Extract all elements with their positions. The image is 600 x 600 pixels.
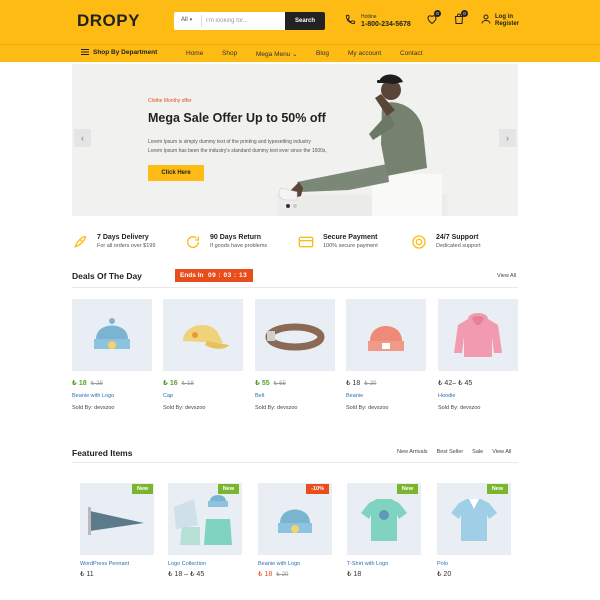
cart-count: 0 bbox=[461, 10, 468, 17]
product-badge-new: New bbox=[396, 484, 418, 494]
product-name-link[interactable]: Beanie with Logo bbox=[258, 561, 300, 567]
product-badge-new: New bbox=[132, 484, 154, 494]
product-image-hoodie[interactable] bbox=[438, 299, 518, 371]
product-vendor: Sold By: devszoo bbox=[438, 405, 481, 411]
slider-dot-active[interactable] bbox=[286, 204, 290, 208]
currency-icon: ₺ bbox=[72, 380, 77, 387]
search-bar: All▾ Search bbox=[174, 12, 325, 30]
featured-title: Featured Items bbox=[72, 448, 133, 458]
product-price: ₺ 20 bbox=[437, 571, 452, 578]
tab-sale[interactable]: Sale bbox=[472, 449, 483, 455]
product-price: ₺ 55 ₺ 65 bbox=[255, 380, 286, 387]
menu-icon bbox=[81, 49, 89, 56]
product-image-belt[interactable] bbox=[255, 299, 335, 371]
tab-best-seller[interactable]: Best Seller bbox=[437, 449, 464, 455]
product-badge-new: New bbox=[217, 484, 239, 494]
wishlist-count: 0 bbox=[434, 10, 441, 17]
featured-tabs: New Arrivals Best Seller Sale View All bbox=[388, 449, 511, 455]
nav-contact[interactable]: Contact bbox=[400, 50, 422, 57]
product-price: ₺ 11 bbox=[80, 571, 94, 578]
slider-dot[interactable] bbox=[293, 204, 297, 208]
nav-blog[interactable]: Blog bbox=[316, 50, 329, 57]
tab-view-all[interactable]: View All bbox=[492, 449, 511, 455]
product-image-polo[interactable]: New bbox=[437, 483, 511, 555]
hotline-label: Hotline bbox=[361, 14, 377, 20]
product-price: ₺ 18 ₺ 25 bbox=[72, 380, 103, 387]
divider bbox=[72, 287, 518, 288]
product-image-tshirt[interactable]: New bbox=[347, 483, 421, 555]
product-image-beanie-logo[interactable]: -10% bbox=[258, 483, 332, 555]
rocket-icon bbox=[74, 235, 87, 248]
product-price: ₺ 18 bbox=[347, 571, 362, 578]
credit-card-icon bbox=[298, 236, 314, 248]
hero-model-image bbox=[277, 74, 447, 216]
wishlist-button[interactable]: 0 bbox=[426, 10, 441, 27]
product-badge-new: New bbox=[486, 484, 508, 494]
site-logo[interactable]: DROPY bbox=[77, 11, 140, 31]
product-price: ₺ 16 ₺ 18 bbox=[163, 380, 194, 387]
shop-by-department-button[interactable]: Shop By Department bbox=[81, 49, 157, 56]
product-vendor: Sold By: devszoo bbox=[163, 405, 206, 411]
chevron-down-icon: ▾ bbox=[189, 17, 193, 23]
product-image-beanie-logo[interactable] bbox=[72, 299, 152, 371]
user-icon bbox=[481, 14, 491, 24]
nav-my-account[interactable]: My account bbox=[348, 50, 381, 57]
phone-icon bbox=[345, 14, 356, 25]
product-image-cap[interactable] bbox=[163, 299, 243, 371]
product-price: ₺ 42– ₺ 45 bbox=[438, 380, 473, 387]
register-link[interactable]: Register bbox=[495, 21, 519, 27]
product-badge-discount: -10% bbox=[306, 484, 329, 494]
deals-title: Deals Of The Day bbox=[72, 271, 142, 281]
lifebuoy-icon bbox=[412, 235, 426, 249]
chevron-down-icon: ⌄ bbox=[292, 51, 298, 58]
product-name-link[interactable]: T-Shirt with Logo bbox=[347, 561, 388, 567]
hero-tag: Clothe Monthy offer bbox=[148, 98, 192, 104]
product-vendor: Sold By: devszoo bbox=[255, 405, 298, 411]
header-bar: DROPY All▾ Search Hotline 1-800-234-5678… bbox=[0, 0, 600, 44]
product-vendor: Sold By: devszoo bbox=[72, 405, 115, 411]
product-price: ₺ 18 ₺ 20 bbox=[258, 571, 289, 578]
countdown-timer: Ends In 09 : 03 : 13 bbox=[175, 269, 253, 282]
product-image-logo-collection[interactable]: New bbox=[168, 483, 242, 555]
hotline-number: 1-800-234-5678 bbox=[361, 21, 411, 28]
slider-dots bbox=[286, 203, 300, 210]
nav-home[interactable]: Home bbox=[186, 50, 203, 57]
divider bbox=[72, 462, 518, 463]
nav-mega-menu[interactable]: Mega Menu ⌄ bbox=[256, 50, 298, 58]
product-image-beanie[interactable] bbox=[346, 299, 426, 371]
product-price: ₺ 18 – ₺ 45 bbox=[168, 571, 205, 578]
cart-button[interactable]: 0 bbox=[453, 10, 468, 27]
refresh-icon bbox=[187, 236, 200, 248]
search-button[interactable]: Search bbox=[285, 12, 325, 30]
product-price: ₺ 18 ₺ 20 bbox=[346, 380, 377, 387]
product-name-link[interactable]: Logo Collection bbox=[168, 561, 206, 567]
search-category-select[interactable]: All ▾ bbox=[181, 17, 192, 23]
product-name-link[interactable]: Hoodie bbox=[438, 393, 455, 399]
product-name-link[interactable]: WordPress Pennant bbox=[80, 561, 129, 567]
product-name-link[interactable]: Polo bbox=[437, 561, 448, 567]
slider-next-button[interactable]: › bbox=[499, 129, 516, 147]
product-vendor: Sold By: devszoo bbox=[346, 405, 389, 411]
main-nav: Shop By Department Home Shop Mega Menu ⌄… bbox=[0, 44, 600, 62]
product-name-link[interactable]: Belt bbox=[255, 393, 264, 399]
login-link[interactable]: Log in bbox=[495, 14, 513, 20]
product-name-link[interactable]: Beanie bbox=[346, 393, 363, 399]
hero-banner: Clothe Monthy offer Mega Sale Offer Up t… bbox=[72, 64, 518, 216]
search-input[interactable] bbox=[206, 14, 284, 28]
hero-cta-button[interactable]: Click Here bbox=[148, 165, 204, 181]
product-name-link[interactable]: Cap bbox=[163, 393, 173, 399]
nav-shop[interactable]: Shop bbox=[222, 50, 237, 57]
product-name-link[interactable]: Beanie with Logo bbox=[72, 393, 114, 399]
deals-view-all-link[interactable]: View All bbox=[497, 273, 516, 279]
tab-new-arrivals[interactable]: New Arrivals bbox=[397, 449, 428, 455]
slider-prev-button[interactable]: ‹ bbox=[74, 129, 91, 147]
search-divider bbox=[201, 15, 202, 27]
